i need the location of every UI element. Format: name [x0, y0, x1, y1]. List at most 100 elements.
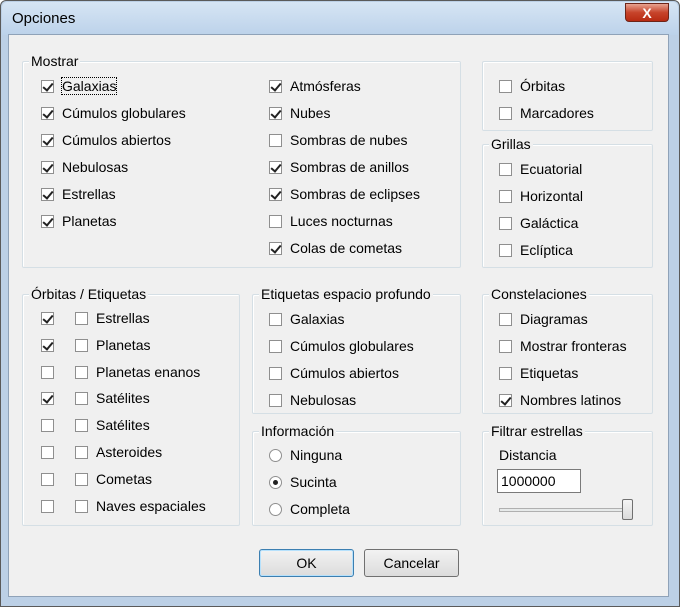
orbitas-etiquetas-group: Órbitas / Etiquetas Estrellas Planetas Pla…	[22, 286, 240, 526]
orbita-estrellas-checkbox[interactable]	[41, 312, 54, 325]
mostrar-nubes-label[interactable]: Nubes	[290, 105, 330, 121]
etiqueta-satelites-checkbox[interactable]	[75, 419, 88, 433]
orbita-asteroides-checkbox[interactable]	[41, 446, 54, 459]
grilla-ecliptica-checkbox[interactable]	[499, 244, 512, 257]
etiqueta-cometas-checkbox[interactable]	[75, 472, 88, 486]
mostrar-sombras-de-eclipses-checkbox[interactable]	[269, 188, 282, 201]
orbita-naves-espaciales-checkbox[interactable]	[41, 499, 54, 513]
mostrar-nubes-checkbox[interactable]	[269, 107, 282, 120]
mostrar-colas-de-cometas-checkbox[interactable]	[269, 242, 282, 255]
etiqueta-asteroides-checkbox[interactable]	[75, 446, 88, 459]
constelaciones-group: Constelaciones Diagramas Mostrar frontera…	[482, 286, 653, 414]
cancel-button[interactable]: Cancelar	[364, 549, 459, 577]
mostrar-sombras-de-nubes-label[interactable]: Sombras de nubes	[290, 132, 408, 148]
marcadores-label[interactable]: Marcadores	[520, 105, 594, 121]
mostrar-galaxias-checkbox[interactable]	[41, 80, 54, 93]
etiquetas-profundo-legend: Etiquetas espacio profundo	[259, 286, 433, 302]
constelacion-nombres-latinos-checkbox[interactable]	[499, 394, 512, 407]
orbita-satelites-checkbox[interactable]	[41, 392, 54, 406]
mostrar-luces-nocturnas-checkbox[interactable]	[269, 215, 282, 228]
mostrar-luces-nocturnas-label[interactable]: Luces nocturnas	[290, 213, 393, 229]
etiqueta-cometas-label[interactable]: Cometas	[96, 471, 152, 487]
profundo-cumulos-abiertos-checkbox[interactable]	[269, 367, 282, 380]
title-bar[interactable]: Opciones X	[2, 2, 678, 35]
orbitas-label[interactable]: Órbitas	[520, 78, 565, 94]
constelaciones-legend: Constelaciones	[489, 286, 589, 302]
etiqueta-satelites-label[interactable]: Satélites	[96, 417, 150, 433]
marcadores-checkbox[interactable]	[499, 107, 512, 120]
profundo-nebulosas-label[interactable]: Nebulosas	[290, 392, 356, 408]
etiqueta-planetas-checkbox[interactable]	[75, 338, 88, 352]
grilla-ecliptica-label[interactable]: Eclíptica	[520, 242, 573, 258]
orbita-satelites-checkbox[interactable]	[41, 419, 54, 433]
etiqueta-naves-espaciales-label[interactable]: Naves espaciales	[96, 498, 206, 514]
grilla-ecuatorial-checkbox[interactable]	[499, 163, 512, 176]
constelacion-diagramas-checkbox[interactable]	[499, 313, 512, 326]
filtrar-estrellas-legend: Filtrar estrellas	[489, 423, 585, 439]
info-ninguna-label[interactable]: Ninguna	[290, 447, 342, 463]
mostrar-sombras-de-anillos-label[interactable]: Sombras de anillos	[290, 159, 409, 175]
etiqueta-naves-espaciales-checkbox[interactable]	[75, 499, 88, 513]
info-completa-label[interactable]: Completa	[290, 501, 350, 517]
mostrar-colas-de-cometas-label[interactable]: Colas de cometas	[290, 240, 402, 256]
info-sucinta-label[interactable]: Sucinta	[290, 474, 337, 490]
mostrar-sombras-de-nubes-checkbox[interactable]	[269, 134, 282, 147]
etiqueta-planetas-label[interactable]: Planetas	[96, 337, 150, 353]
constelacion-etiquetas-label[interactable]: Etiquetas	[520, 365, 578, 381]
etiqueta-satelites-label[interactable]: Satélites	[96, 390, 150, 406]
etiqueta-planetas-enanos-checkbox[interactable]	[75, 365, 88, 379]
mostrar-planetas-label[interactable]: Planetas	[62, 213, 116, 229]
mostrar-estrellas-label[interactable]: Estrellas	[62, 186, 116, 202]
constelacion-diagramas-label[interactable]: Diagramas	[520, 311, 588, 327]
distancia-slider-thumb[interactable]	[622, 499, 633, 520]
etiqueta-estrellas-checkbox[interactable]	[75, 312, 88, 325]
etiqueta-estrellas-label[interactable]: Estrellas	[96, 310, 150, 326]
profundo-cumulos-globulares-label[interactable]: Cúmulos globulares	[290, 338, 414, 354]
profundo-nebulosas-checkbox[interactable]	[269, 394, 282, 407]
profundo-galaxias-checkbox[interactable]	[269, 313, 282, 326]
profundo-cumulos-abiertos-label[interactable]: Cúmulos abiertos	[290, 365, 399, 381]
mostrar-nebulosas-label[interactable]: Nebulosas	[62, 159, 128, 175]
constelacion-etiquetas-checkbox[interactable]	[499, 367, 512, 380]
etiqueta-asteroides-label[interactable]: Asteroides	[96, 444, 162, 460]
mostrar-planetas-checkbox[interactable]	[41, 215, 54, 228]
mostrar-sombras-de-anillos-checkbox[interactable]	[269, 161, 282, 174]
distancia-input[interactable]: 1000000	[497, 469, 581, 493]
mostrar-cumulos-abiertos-label[interactable]: Cúmulos abiertos	[62, 132, 171, 148]
info-completa-radio[interactable]	[269, 503, 282, 516]
dialog-client-area: Mostrar Galaxias Cúmulos globulares Cúmulo…	[8, 34, 669, 597]
informacion-legend: Información	[259, 423, 337, 439]
mostrar-sombras-de-eclipses-label[interactable]: Sombras de eclipses	[290, 186, 420, 202]
constelacion-nombres-latinos-label[interactable]: Nombres latinos	[520, 392, 621, 408]
constelacion-mostrar-fronteras-checkbox[interactable]	[499, 340, 512, 353]
grilla-galactica-checkbox[interactable]	[499, 217, 512, 230]
ok-button[interactable]: OK	[259, 549, 354, 577]
etiqueta-satelites-checkbox[interactable]	[75, 392, 88, 406]
profundo-galaxias-label[interactable]: Galaxias	[290, 311, 344, 327]
orbita-planetas-enanos-checkbox[interactable]	[41, 365, 54, 379]
grilla-horizontal-checkbox[interactable]	[499, 190, 512, 203]
close-button[interactable]: X	[625, 3, 669, 22]
orbitas-checkbox[interactable]	[499, 80, 512, 93]
grillas-group: Grillas Ecuatorial Horizontal Galáctica Ecl…	[482, 136, 653, 268]
distancia-slider-track[interactable]	[499, 508, 633, 512]
grilla-galactica-label[interactable]: Galáctica	[520, 215, 578, 231]
profundo-cumulos-globulares-checkbox[interactable]	[269, 340, 282, 353]
orbita-planetas-checkbox[interactable]	[41, 338, 54, 352]
mostrar-cumulos-globulares-checkbox[interactable]	[41, 107, 54, 120]
mostrar-cumulos-abiertos-checkbox[interactable]	[41, 134, 54, 147]
mostrar-atmosferas-checkbox[interactable]	[269, 80, 282, 93]
mostrar-estrellas-checkbox[interactable]	[41, 188, 54, 201]
orbita-cometas-checkbox[interactable]	[41, 472, 54, 486]
info-sucinta-radio[interactable]	[269, 476, 282, 489]
orbitas-etiquetas-legend: Órbitas / Etiquetas	[29, 286, 149, 302]
mostrar-atmosferas-label[interactable]: Atmósferas	[290, 78, 361, 94]
mostrar-galaxias-label[interactable]: Galaxias	[60, 77, 118, 95]
grilla-horizontal-label[interactable]: Horizontal	[520, 188, 583, 204]
mostrar-cumulos-globulares-label[interactable]: Cúmulos globulares	[62, 105, 186, 121]
etiqueta-planetas-enanos-label[interactable]: Planetas enanos	[96, 364, 200, 380]
mostrar-nebulosas-checkbox[interactable]	[41, 161, 54, 174]
info-ninguna-radio[interactable]	[269, 449, 282, 462]
grilla-ecuatorial-label[interactable]: Ecuatorial	[520, 161, 582, 177]
constelacion-mostrar-fronteras-label[interactable]: Mostrar fronteras	[520, 338, 627, 354]
